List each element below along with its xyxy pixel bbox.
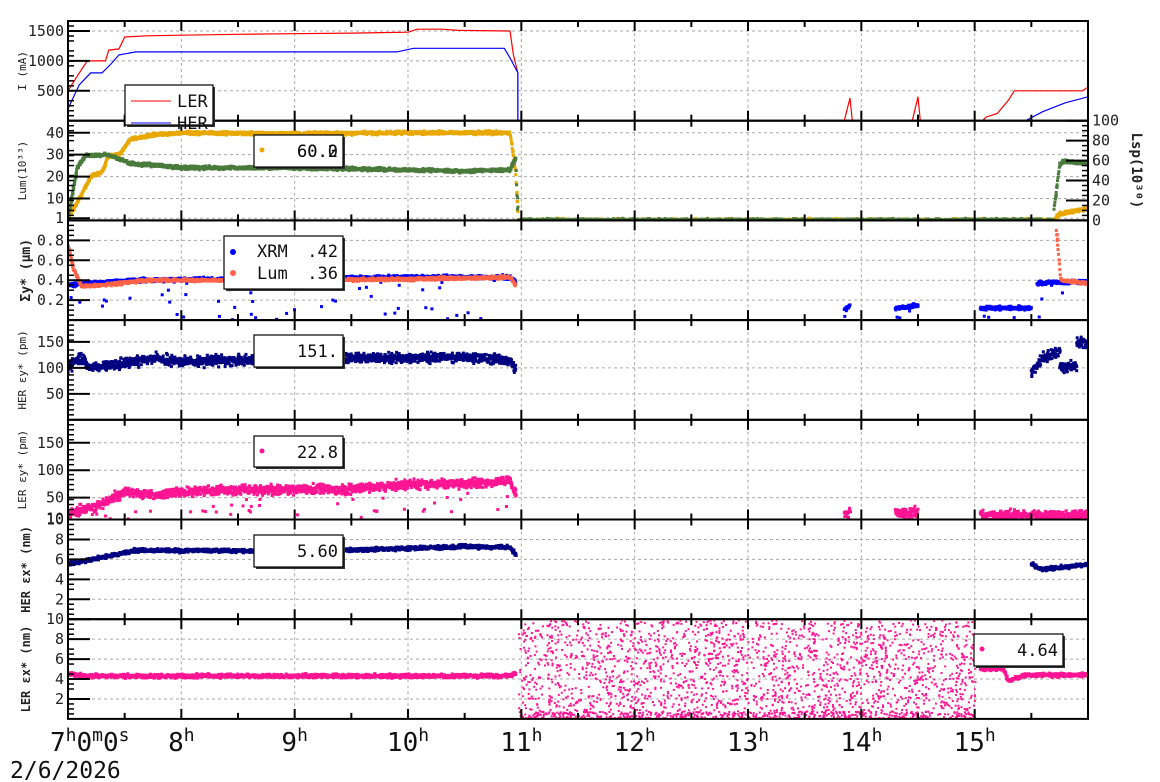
- y-axis-label: I (mA): [16, 51, 29, 91]
- y-tick-label: 1000: [28, 52, 64, 70]
- data-point: [509, 136, 513, 140]
- data-point: [852, 221, 855, 224]
- data-point: [510, 142, 514, 146]
- data-point: [511, 149, 515, 153]
- data-point: [514, 173, 518, 177]
- data-point: [838, 221, 841, 224]
- series-line-her: [1025, 96, 1088, 121]
- data-point: [74, 171, 78, 174]
- data-point: [515, 190, 519, 194]
- data-point: [1039, 221, 1042, 224]
- data-point: [894, 221, 897, 224]
- series-line-ler: [843, 97, 853, 121]
- chart: 50010001500I (mA)110203040Lum(10³³)02040…: [10, 20, 1144, 782]
- data-layer: [68, 28, 1088, 121]
- series-line-ler: [911, 96, 921, 121]
- data-point: [71, 190, 75, 194]
- y-tick-label: 1500: [28, 22, 64, 40]
- panel-frame: [67, 20, 1089, 122]
- data-point: [516, 200, 520, 204]
- y-tick-label: 500: [37, 82, 64, 100]
